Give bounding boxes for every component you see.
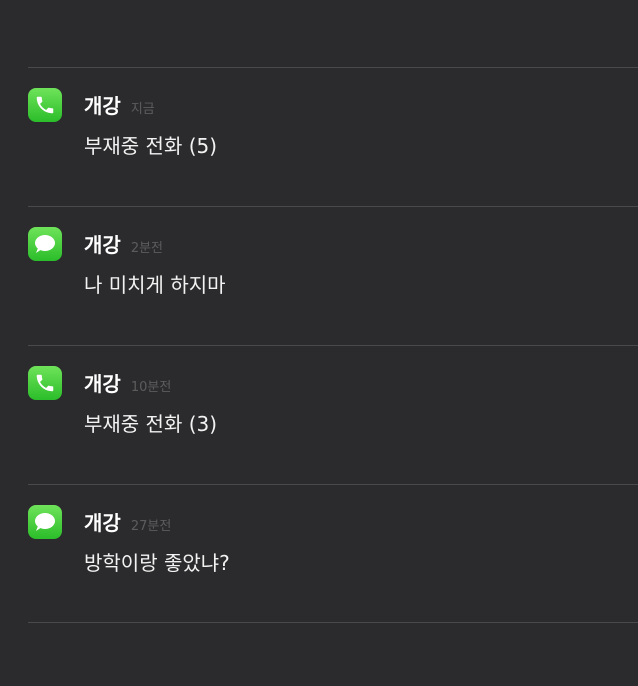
notification-item[interactable]: 개강 2분전 나 미치게 하지마 [0,207,638,345]
sender-name: 개강 [84,372,121,396]
notification-message: 방학이랑 좋았냐? [84,551,230,575]
notification-item[interactable]: 개강 27분전 방학이랑 좋았냐? [0,485,638,623]
divider [28,622,638,623]
notification-center: 개강 지금 부재중 전화 (5) 개강 2분전 나 미치게 하지마 개강 10분… [0,0,638,686]
sender-name: 개강 [84,94,121,118]
phone-icon [28,88,62,122]
sender-name: 개강 [84,233,121,257]
messages-icon [28,227,62,261]
notification-item[interactable]: 개강 지금 부재중 전화 (5) [0,68,638,206]
notification-message: 부재중 전화 (3) [84,412,218,436]
phone-icon [28,366,62,400]
notification-message: 부재중 전화 (5) [84,134,218,158]
timestamp: 지금 [130,102,155,117]
notification-header: 개강 10분전 [84,368,171,397]
timestamp: 27분전 [130,519,172,534]
notification-message: 나 미치게 하지마 [84,273,226,297]
notification-item[interactable]: 개강 10분전 부재중 전화 (3) [0,346,638,484]
messages-icon [28,505,62,539]
sender-name: 개강 [84,511,121,535]
notification-header: 개강 2분전 [84,229,163,258]
notification-header: 개강 지금 [84,90,155,119]
timestamp: 2분전 [130,241,164,256]
timestamp: 10분전 [130,380,172,395]
notification-header: 개강 27분전 [84,507,171,536]
